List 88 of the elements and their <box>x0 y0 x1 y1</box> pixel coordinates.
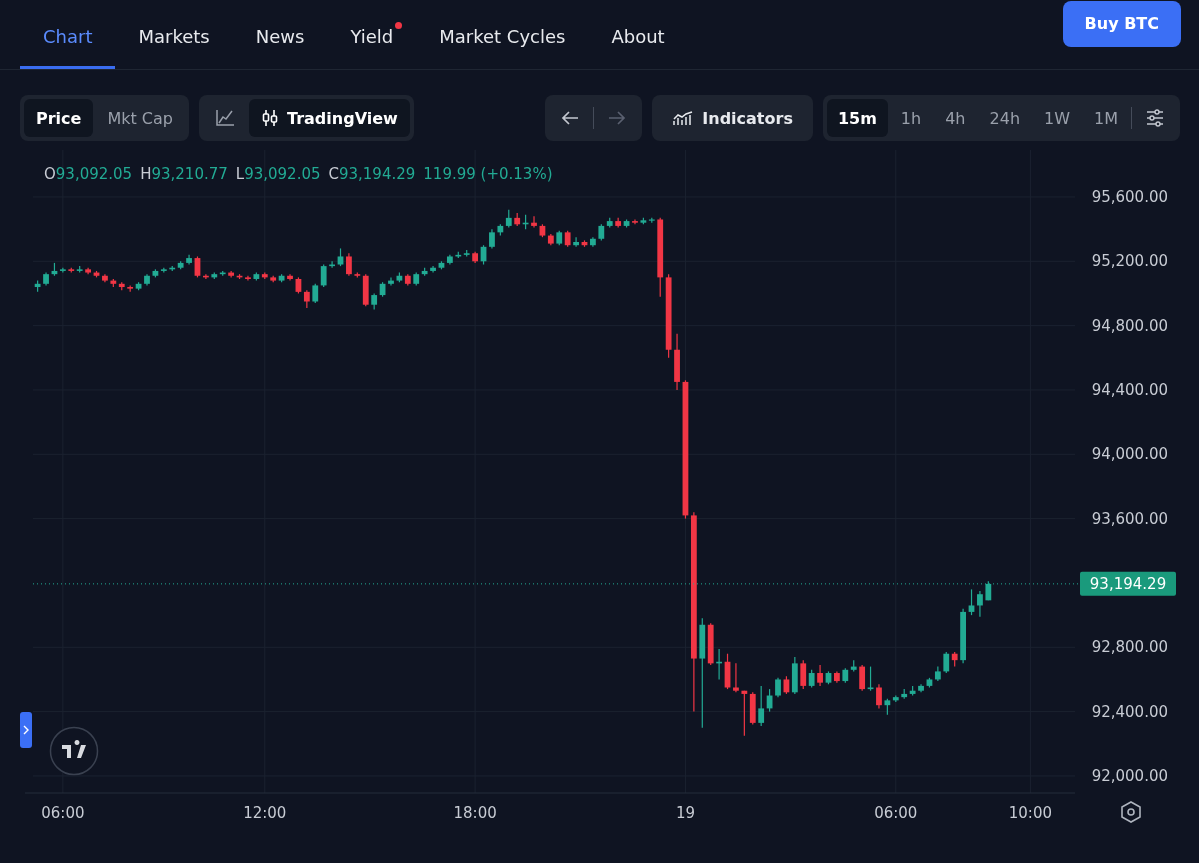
interval-tab[interactable]: 1W <box>1033 99 1081 137</box>
candle <box>337 247 344 267</box>
candle <box>581 239 588 248</box>
time-axis-label: 10:00 <box>1008 804 1053 822</box>
time-axis-label: 06:00 <box>874 804 918 822</box>
candle <box>632 218 638 225</box>
ohlc-value: C93,194.29 <box>328 165 416 183</box>
candle <box>834 670 840 684</box>
candle <box>447 254 453 266</box>
candlestick-chart-button[interactable]: TradingView <box>249 99 410 137</box>
candle <box>245 275 251 282</box>
candle <box>918 683 924 693</box>
sidebar-toggle[interactable] <box>20 712 32 748</box>
nav-tab[interactable]: Yield <box>327 0 417 69</box>
candle <box>329 260 335 269</box>
candle <box>388 276 394 287</box>
price-axis-label: 92,800.00 <box>1091 638 1168 657</box>
price-axis-label: 92,400.00 <box>1091 702 1168 721</box>
candle <box>194 255 201 278</box>
time-axis-label: 12:00 <box>243 804 287 822</box>
interval-tab[interactable]: 1M <box>1083 99 1129 137</box>
price-change: 119.99 (+0.13%) <box>423 165 553 183</box>
nav-tab[interactable]: About <box>588 0 688 69</box>
nav-tab[interactable]: Market Cycles <box>416 0 589 69</box>
ohlc-value: O93,092.05 <box>44 165 133 183</box>
candle <box>977 590 983 618</box>
ohlc-value: L93,092.05 <box>235 165 321 183</box>
candle <box>733 662 739 693</box>
time-axis-label: 18:00 <box>453 804 497 822</box>
bar-chart-icon <box>672 110 695 126</box>
candle <box>724 653 731 690</box>
interval-tab[interactable]: 24h <box>978 99 1031 137</box>
candle <box>144 273 150 287</box>
interval-tab[interactable]: 1h <box>889 99 933 137</box>
nav-tab[interactable]: Chart <box>20 0 116 69</box>
candle <box>85 267 91 275</box>
price-tag: 93,194.29 <box>1080 571 1176 596</box>
ref-line-label: 93,194.29 <box>1089 575 1167 594</box>
arrow-right-icon <box>607 110 628 126</box>
buy-button[interactable]: Buy BTC <box>1062 0 1181 47</box>
candle <box>102 273 108 283</box>
candle <box>716 648 722 681</box>
line-chart-icon <box>215 109 235 127</box>
candle <box>472 251 478 264</box>
time-axis-label: 19 <box>675 804 695 822</box>
price-axis-label: 94,400.00 <box>1091 380 1168 399</box>
candle <box>968 588 975 616</box>
ohlc-value: H93,210.77 <box>140 165 228 183</box>
nav-tab[interactable]: Markets <box>115 0 233 69</box>
candle <box>287 273 293 282</box>
metric-toggle[interactable]: Mkt Cap <box>95 99 185 137</box>
metric-toggle[interactable]: Price <box>24 99 94 137</box>
price-axis-label: 92,000.00 <box>1091 766 1168 785</box>
candle <box>825 670 832 685</box>
candle <box>34 280 41 293</box>
candle <box>985 580 992 601</box>
chevron-right-icon <box>23 725 29 735</box>
price-axis-label: 95,600.00 <box>1091 187 1168 206</box>
arrow-left-icon <box>560 110 581 126</box>
sliders-icon <box>1145 109 1165 127</box>
candle <box>186 254 192 266</box>
candle <box>590 236 596 248</box>
price-axis-label: 94,800.00 <box>1091 316 1168 335</box>
candle <box>438 260 445 270</box>
candle <box>573 236 579 248</box>
candle <box>817 664 823 687</box>
interval-tab[interactable]: 15m <box>826 99 888 137</box>
price-axis-label: 94,000.00 <box>1091 445 1168 464</box>
candle <box>480 244 487 266</box>
candle <box>674 333 680 391</box>
price-axis-label: 93,600.00 <box>1091 509 1168 528</box>
interval-tab[interactable]: 4h <box>934 99 977 137</box>
nav-tab[interactable]: News <box>232 0 328 69</box>
candle <box>346 252 352 277</box>
candle <box>775 677 781 698</box>
candle <box>489 228 495 250</box>
price-axis-label: 95,200.00 <box>1091 252 1168 271</box>
candle <box>876 683 882 709</box>
candle <box>531 215 537 229</box>
time-axis-label: 06:00 <box>41 804 85 822</box>
candle <box>430 265 436 274</box>
chart-settings-icon[interactable] <box>1121 801 1141 823</box>
logo-icon[interactable] <box>49 726 99 776</box>
candle <box>203 273 209 280</box>
candle <box>43 271 49 287</box>
candlestick-icon <box>261 109 279 127</box>
candle <box>93 270 100 278</box>
candle <box>960 608 966 664</box>
